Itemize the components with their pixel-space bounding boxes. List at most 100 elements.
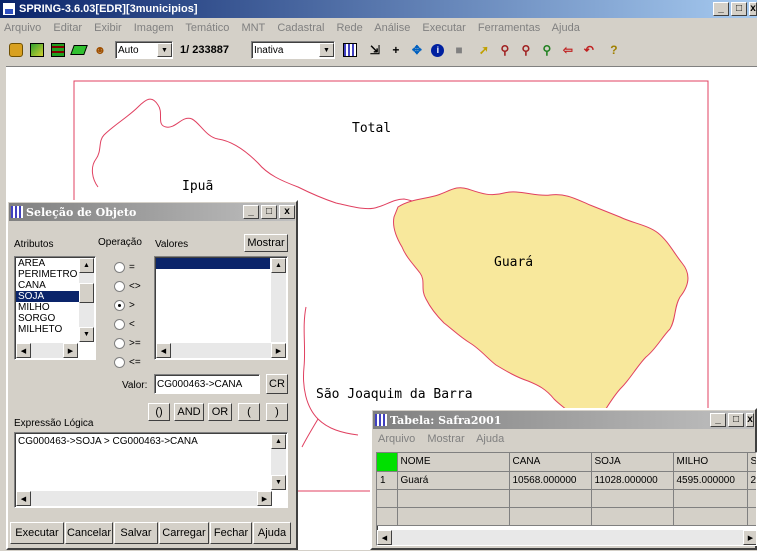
zoom-in-icon[interactable]: ⚲ [495,40,515,60]
help-button[interactable]: Ajuda [253,522,291,544]
expression-hscrollbar[interactable]: ◀ ▶ [16,491,272,506]
operation-option[interactable]: < [114,315,154,334]
table-cell[interactable]: Guará [397,471,510,490]
menu-cadastral[interactable]: Cadastral [277,22,324,34]
menu-exibir[interactable]: Exibir [94,22,122,34]
close-icon[interactable]: x [279,205,295,219]
table-row[interactable]: 1 Guará 10568.000000 11028.000000 4595.0… [377,471,756,490]
zoom-area-icon[interactable]: ⚲ [537,40,557,60]
radio-button[interactable] [114,281,125,292]
column-header[interactable]: CANA [509,453,592,472]
scroll-right-icon[interactable]: ▶ [271,343,286,358]
menu-tematico[interactable]: Temático [185,22,229,34]
list-item[interactable]: CANA [16,280,80,291]
polygon-icon[interactable] [69,40,89,60]
menu-rede[interactable]: Rede [336,22,362,34]
scroll-left-icon[interactable]: ◀ [156,343,171,358]
value-input[interactable]: CG000463->CANA [154,374,260,394]
table-hscrollbar[interactable]: ◀ ▶ [377,530,756,545]
mode-select[interactable]: Inativa ▼ [250,41,335,59]
show-button[interactable]: Mostrar [244,234,288,252]
parentheses-button[interactable]: () [148,403,170,421]
column-header[interactable]: SO [747,453,756,472]
open-paren-button[interactable]: ( [238,403,260,421]
or-button[interactable]: OR [208,403,232,421]
menu-arquivo[interactable]: Arquivo [4,22,41,34]
chevron-down-icon[interactable]: ▼ [318,43,334,57]
values-scrollbar[interactable]: ▲ [271,258,286,342]
menu-mnt[interactable]: MNT [241,22,265,34]
minimize-icon[interactable]: _ [710,413,726,427]
user-icon[interactable]: ☻ [90,40,110,60]
scroll-down-icon[interactable]: ▼ [271,475,286,490]
operation-option[interactable]: <= [114,353,154,372]
scroll-left-icon[interactable]: ◀ [377,530,392,545]
radio-button[interactable] [114,319,125,330]
close-paren-button[interactable]: ) [266,403,288,421]
attributes-hscrollbar[interactable]: ◀ ▶ [16,343,78,358]
restore-icon[interactable]: □ [728,413,744,427]
and-button[interactable]: AND [174,403,204,421]
select-icon[interactable]: ■ [449,40,469,60]
database-icon[interactable] [6,40,26,60]
table-row[interactable] [377,507,756,526]
values-hscrollbar[interactable]: ◀ ▶ [156,343,286,358]
operation-option[interactable]: = [114,258,154,277]
operation-option[interactable]: <> [114,277,154,296]
layers-icon[interactable] [48,40,68,60]
expression-textarea[interactable]: CG000463->SOJA > CG000463->CANA ▲ ▼ ◀ ▶ [14,432,288,508]
zoom-mode-select[interactable]: Auto ▼ [115,41,173,59]
chevron-down-icon[interactable]: ▼ [157,43,172,57]
table-cell[interactable]: 10568.000000 [509,471,592,490]
scroll-right-icon[interactable]: ▶ [257,491,272,506]
scroll-left-icon[interactable]: ◀ [16,491,31,506]
draw-line-icon[interactable]: ➚ [474,40,494,60]
row-index[interactable]: 1 [377,471,398,490]
table-menu-ajuda[interactable]: Ajuda [476,433,504,445]
scale-input[interactable] [186,41,238,59]
column-header[interactable]: MILHO [673,453,748,472]
scroll-right-icon[interactable]: ▶ [743,530,756,545]
zoom-out-icon[interactable]: ⚲ [516,40,536,60]
table-row[interactable] [377,489,756,508]
restore-icon[interactable]: □ [731,2,747,16]
table-menu-mostrar[interactable]: Mostrar [427,433,464,445]
list-item[interactable]: MILHO [16,302,80,313]
minimize-icon[interactable]: _ [243,205,259,219]
attributes-scrollbar[interactable]: ▲ ▼ [79,258,94,342]
operation-option[interactable]: >= [114,334,154,353]
attributes-list[interactable]: AREA PERIMETRO CANA SOJA MILHO SORGO MIL… [14,256,96,360]
close-icon[interactable]: x [749,2,757,16]
menu-imagem[interactable]: Imagem [134,22,174,34]
info-icon[interactable]: i [428,40,448,60]
cr-button[interactable]: CR [266,374,288,394]
cancel-button[interactable]: Cancelar [65,522,113,544]
pan-icon[interactable]: ✥ [407,40,427,60]
scroll-up-icon[interactable]: ▲ [271,434,286,449]
values-selected-row[interactable] [156,258,270,269]
radio-button[interactable] [114,300,125,311]
scroll-right-icon[interactable]: ▶ [63,343,78,358]
radio-button[interactable] [114,357,125,368]
restore-icon[interactable]: □ [261,205,277,219]
list-item[interactable]: AREA [16,258,80,269]
table-cell[interactable]: 229 [747,471,756,490]
list-item-selected[interactable]: SOJA [16,291,80,302]
scroll-left-icon[interactable]: ◀ [16,343,31,358]
execute-button[interactable]: Executar [10,522,64,544]
undo-icon[interactable]: ↶ [579,40,599,60]
image-icon[interactable] [27,40,47,60]
save-button[interactable]: Salvar [114,522,158,544]
column-header[interactable]: SOJA [591,453,674,472]
menu-executar[interactable]: Executar [422,22,465,34]
operation-option-selected[interactable]: > [114,296,154,315]
minimize-icon[interactable]: _ [713,2,729,16]
list-item[interactable]: PERIMETRO [16,269,80,280]
radio-button[interactable] [114,262,125,273]
values-list[interactable]: ▲ ◀ ▶ [154,256,288,360]
menu-analise[interactable]: Análise [374,22,410,34]
close-icon[interactable]: x [746,413,754,427]
load-button[interactable]: Carregar [159,522,209,544]
close-button[interactable]: Fechar [210,522,252,544]
scroll-down-icon[interactable]: ▼ [79,327,94,342]
